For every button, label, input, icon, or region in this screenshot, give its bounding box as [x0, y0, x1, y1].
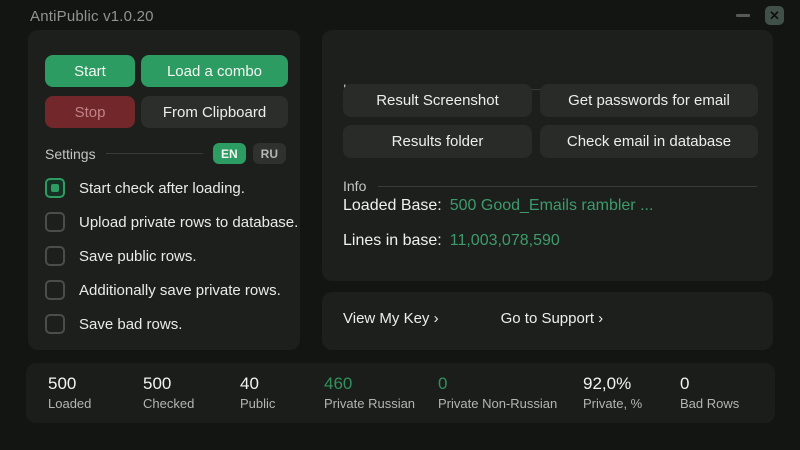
checkbox-save-bad-rows[interactable]: Save bad rows. [45, 314, 298, 334]
stat-label: Private Non-Russian [438, 395, 558, 411]
stat-private-percent: 92,0% Private, % [583, 374, 680, 411]
info-header: Info [343, 178, 757, 194]
window-controls: ✕ [733, 6, 784, 25]
checkbox-check-mark [51, 184, 59, 192]
control-panel: Start Load a combo Stop From Clipboard S… [28, 30, 300, 350]
stat-label: Checked [143, 395, 195, 411]
helps-info-panel: Helps Result Screenshot Get passwords fo… [322, 30, 773, 281]
loaded-base-row: Loaded Base: 500 Good_Emails rambler ... [343, 197, 653, 219]
stat-private-russian: 460 Private Russian [324, 374, 438, 411]
start-button[interactable]: Start [45, 55, 135, 87]
checkbox-label: Start check after loading. [79, 179, 245, 197]
checkbox-icon[interactable] [45, 178, 65, 198]
checkbox-save-public-rows[interactable]: Save public rows. [45, 246, 298, 266]
lines-in-base-label: Lines in base: [343, 232, 442, 249]
helps-buttons: Result Screenshot Get passwords for emai… [343, 84, 758, 158]
stat-loaded: 500 Loaded [48, 374, 143, 411]
checkbox-upload-private-rows[interactable]: Upload private rows to database. [45, 212, 298, 232]
app-window: AntiPublic v1.0.20 ✕ Start Load a combo … [0, 0, 800, 450]
check-email-in-database-button[interactable]: Check email in database [540, 125, 758, 158]
stat-label: Private, % [583, 395, 643, 411]
checkbox-additionally-save-private-rows[interactable]: Additionally save private rows. [45, 280, 298, 300]
stat-value: 92,0% [583, 374, 632, 393]
lines-in-base-row: Lines in base: 11,003,078,590 [343, 232, 653, 254]
checkbox-icon[interactable] [45, 314, 65, 334]
links-row: View My Key › Go to Support › [343, 310, 603, 327]
info-rows: Loaded Base: 500 Good_Emails rambler ...… [343, 197, 653, 254]
loaded-base-value: 500 Good_Emails rambler ... [449, 197, 654, 214]
action-buttons: Start Load a combo Stop From Clipboard [45, 55, 288, 128]
stat-label: Loaded [48, 395, 92, 411]
language-toggle-en[interactable]: EN [212, 143, 246, 164]
load-combo-button[interactable]: Load a combo [141, 55, 288, 87]
settings-header: Settings EN RU [45, 143, 286, 164]
stat-private-non-russian: 0 Private Non-Russian [438, 374, 583, 411]
close-button[interactable]: ✕ [765, 6, 784, 25]
lines-in-base-value: 11,003,078,590 [449, 232, 560, 249]
stat-value: 0 [680, 374, 690, 393]
stat-public: 40 Public [240, 374, 324, 411]
stat-checked: 500 Checked [143, 374, 240, 411]
language-toggle-ru[interactable]: RU [252, 143, 286, 164]
minimize-button[interactable] [733, 6, 753, 25]
stat-label: Bad Rows [680, 395, 740, 411]
loaded-base-label: Loaded Base: [343, 197, 442, 214]
view-my-key-link[interactable]: View My Key › [343, 310, 439, 327]
stat-bad-rows: 0 Bad Rows [680, 374, 740, 411]
stat-value: 500 [48, 374, 77, 393]
settings-checkbox-list: Start check after loading. Upload privat… [45, 178, 298, 334]
stat-value: 40 [240, 374, 259, 393]
settings-divider [105, 153, 203, 154]
checkbox-label: Save bad rows. [79, 315, 183, 333]
checkbox-label: Additionally save private rows. [79, 281, 281, 299]
stat-value: 500 [143, 374, 172, 393]
get-passwords-for-email-button[interactable]: Get passwords for email [540, 84, 758, 117]
stat-label: Private Russian [324, 395, 416, 411]
from-clipboard-button[interactable]: From Clipboard [141, 96, 288, 128]
stat-value: 0 [438, 374, 448, 393]
close-icon: ✕ [769, 8, 780, 23]
go-to-support-link[interactable]: Go to Support › [501, 310, 604, 327]
checkbox-label: Upload private rows to database. [79, 213, 299, 231]
stats-bar: 500 Loaded 500 Checked 40 Public 460 Pri… [26, 363, 775, 423]
checkbox-label: Save public rows. [79, 247, 197, 265]
checkbox-icon[interactable] [45, 280, 65, 300]
stats-row: 500 Loaded 500 Checked 40 Public 460 Pri… [26, 363, 775, 423]
info-label: Info [343, 178, 367, 194]
checkbox-start-check-after-loading[interactable]: Start check after loading. [45, 178, 298, 198]
result-screenshot-button[interactable]: Result Screenshot [343, 84, 532, 117]
checkbox-icon[interactable] [45, 212, 65, 232]
links-panel: View My Key › Go to Support › [322, 292, 773, 350]
info-divider [378, 185, 757, 187]
title-bar: AntiPublic v1.0.20 ✕ [0, 0, 800, 30]
checkbox-icon[interactable] [45, 246, 65, 266]
results-folder-button[interactable]: Results folder [343, 125, 532, 158]
stat-value: 460 [324, 374, 353, 393]
stop-button[interactable]: Stop [45, 96, 135, 128]
minimize-icon [736, 14, 750, 17]
settings-label: Settings [45, 145, 96, 162]
stat-label: Public [240, 395, 276, 411]
app-title: AntiPublic v1.0.20 [30, 8, 154, 25]
